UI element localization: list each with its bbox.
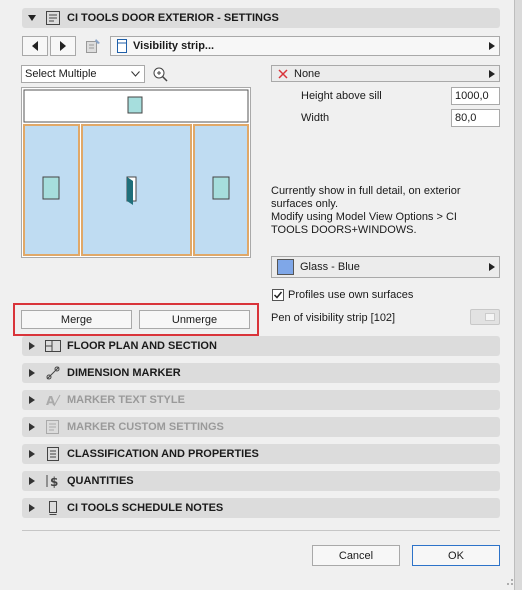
next-button[interactable] [50, 36, 76, 56]
collapsed-triangle-icon [22, 477, 42, 485]
info-line-3: Modify using Model View Options > CI [271, 211, 457, 223]
settings-header[interactable]: CI TOOLS DOOR EXTERIOR - SETTINGS [22, 8, 500, 28]
checkmark-icon [273, 291, 283, 299]
section-classification[interactable]: CLASSIFICATION AND PROPERTIES [22, 444, 500, 464]
right-panel-icon [212, 176, 230, 200]
material-swatch [277, 259, 294, 275]
info-text: Currently show in full detail, on exteri… [271, 185, 501, 237]
visibility-strip-dropdown[interactable]: Visibility strip... [110, 36, 500, 56]
collapsed-triangle-icon [22, 342, 42, 350]
collapsed-triangle-icon [22, 504, 42, 512]
door-preview[interactable] [21, 87, 251, 258]
info-line-4: TOOLS DOORS+WINDOWS. [271, 224, 417, 236]
strip-label: Visibility strip... [133, 40, 215, 52]
width-input[interactable]: 80,0 [451, 109, 500, 127]
none-x-icon [272, 68, 294, 79]
section-label: CI TOOLS SCHEDULE NOTES [67, 502, 224, 514]
section-quantities[interactable]: $ QUANTITIES [22, 471, 500, 491]
section-floor-plan[interactable]: FLOOR PLAN AND SECTION [22, 336, 500, 356]
section-label: MARKER TEXT STYLE [67, 394, 185, 406]
edit-parameters-icon[interactable] [82, 37, 104, 55]
height-label: Height above sill [301, 90, 382, 102]
arrow-right-icon [60, 41, 66, 51]
collapsed-triangle-icon [22, 369, 42, 377]
zoom-button[interactable] [150, 65, 170, 83]
chevron-right-icon [489, 70, 495, 78]
zoom-icon [153, 67, 168, 82]
settings-icon [42, 9, 64, 27]
arrow-left-icon [32, 41, 38, 51]
marker-custom-settings-icon [42, 418, 64, 436]
fill-dropdown[interactable]: None [271, 65, 500, 82]
svg-text:$: $ [50, 475, 58, 489]
width-value: 80,0 [455, 112, 477, 124]
section-dimension-marker[interactable]: DIMENSION MARKER [22, 363, 500, 383]
section-marker-custom-settings[interactable]: MARKER CUSTOM SETTINGS [22, 417, 500, 437]
select-multiple-dropdown[interactable]: Select Multiple [21, 65, 145, 83]
section-marker-text-style[interactable]: A MARKER TEXT STYLE [22, 390, 500, 410]
section-label: FLOOR PLAN AND SECTION [67, 340, 217, 352]
height-value: 1000,0 [455, 90, 489, 102]
settings-title: CI TOOLS DOOR EXTERIOR - SETTINGS [67, 12, 279, 24]
window-right-edge [514, 0, 522, 590]
height-input[interactable]: 1000,0 [451, 87, 500, 105]
ok-label: OK [448, 549, 464, 562]
pen-swatch [485, 313, 495, 321]
section-schedule-notes[interactable]: CI TOOLS SCHEDULE NOTES [22, 498, 500, 518]
chevron-right-icon [489, 42, 495, 50]
schedule-notes-icon [42, 499, 64, 517]
quantities-icon: $ [42, 472, 64, 490]
dimension-marker-icon [42, 364, 64, 382]
material-label: Glass - Blue [300, 261, 360, 273]
unmerge-button[interactable]: Unmerge [139, 310, 250, 329]
section-label: DIMENSION MARKER [67, 367, 181, 379]
cancel-button[interactable]: Cancel [312, 545, 400, 566]
expanded-triangle-icon [22, 14, 42, 22]
material-dropdown[interactable]: Glass - Blue [271, 256, 500, 278]
chevron-down-icon [131, 71, 140, 77]
profiles-label: Profiles use own surfaces [288, 289, 414, 301]
collapsed-triangle-icon [22, 450, 42, 458]
info-line-2: surfaces only. [271, 198, 339, 210]
collapsed-triangle-icon [22, 423, 42, 431]
classification-icon [42, 445, 64, 463]
fill-none-label: None [294, 67, 321, 80]
merge-button[interactable]: Merge [21, 310, 132, 329]
select-value: Select Multiple [25, 68, 97, 80]
section-label: MARKER CUSTOM SETTINGS [67, 421, 224, 433]
marker-text-style-icon: A [42, 391, 64, 409]
prev-button[interactable] [22, 36, 48, 56]
pen-selector[interactable] [470, 309, 500, 325]
section-label: QUANTITIES [67, 475, 134, 487]
section-label: CLASSIFICATION AND PROPERTIES [67, 448, 259, 460]
collapsed-triangle-icon [22, 396, 42, 404]
profiles-checkbox[interactable] [272, 289, 284, 301]
info-line-1: Currently show in full detail, on exteri… [271, 185, 461, 197]
cancel-label: Cancel [338, 549, 374, 562]
merge-label: Merge [60, 313, 93, 326]
pen-label: Pen of visibility strip [102] [271, 312, 396, 324]
left-panel-icon [42, 176, 60, 200]
transom-panel-icon [127, 96, 143, 114]
strip-icon [111, 39, 133, 53]
unmerge-label: Unmerge [171, 313, 218, 326]
width-label: Width [301, 112, 330, 124]
ok-button[interactable]: OK [412, 545, 500, 566]
chevron-right-icon [489, 263, 495, 271]
footer-divider [22, 530, 500, 531]
floor-plan-icon [42, 337, 64, 355]
